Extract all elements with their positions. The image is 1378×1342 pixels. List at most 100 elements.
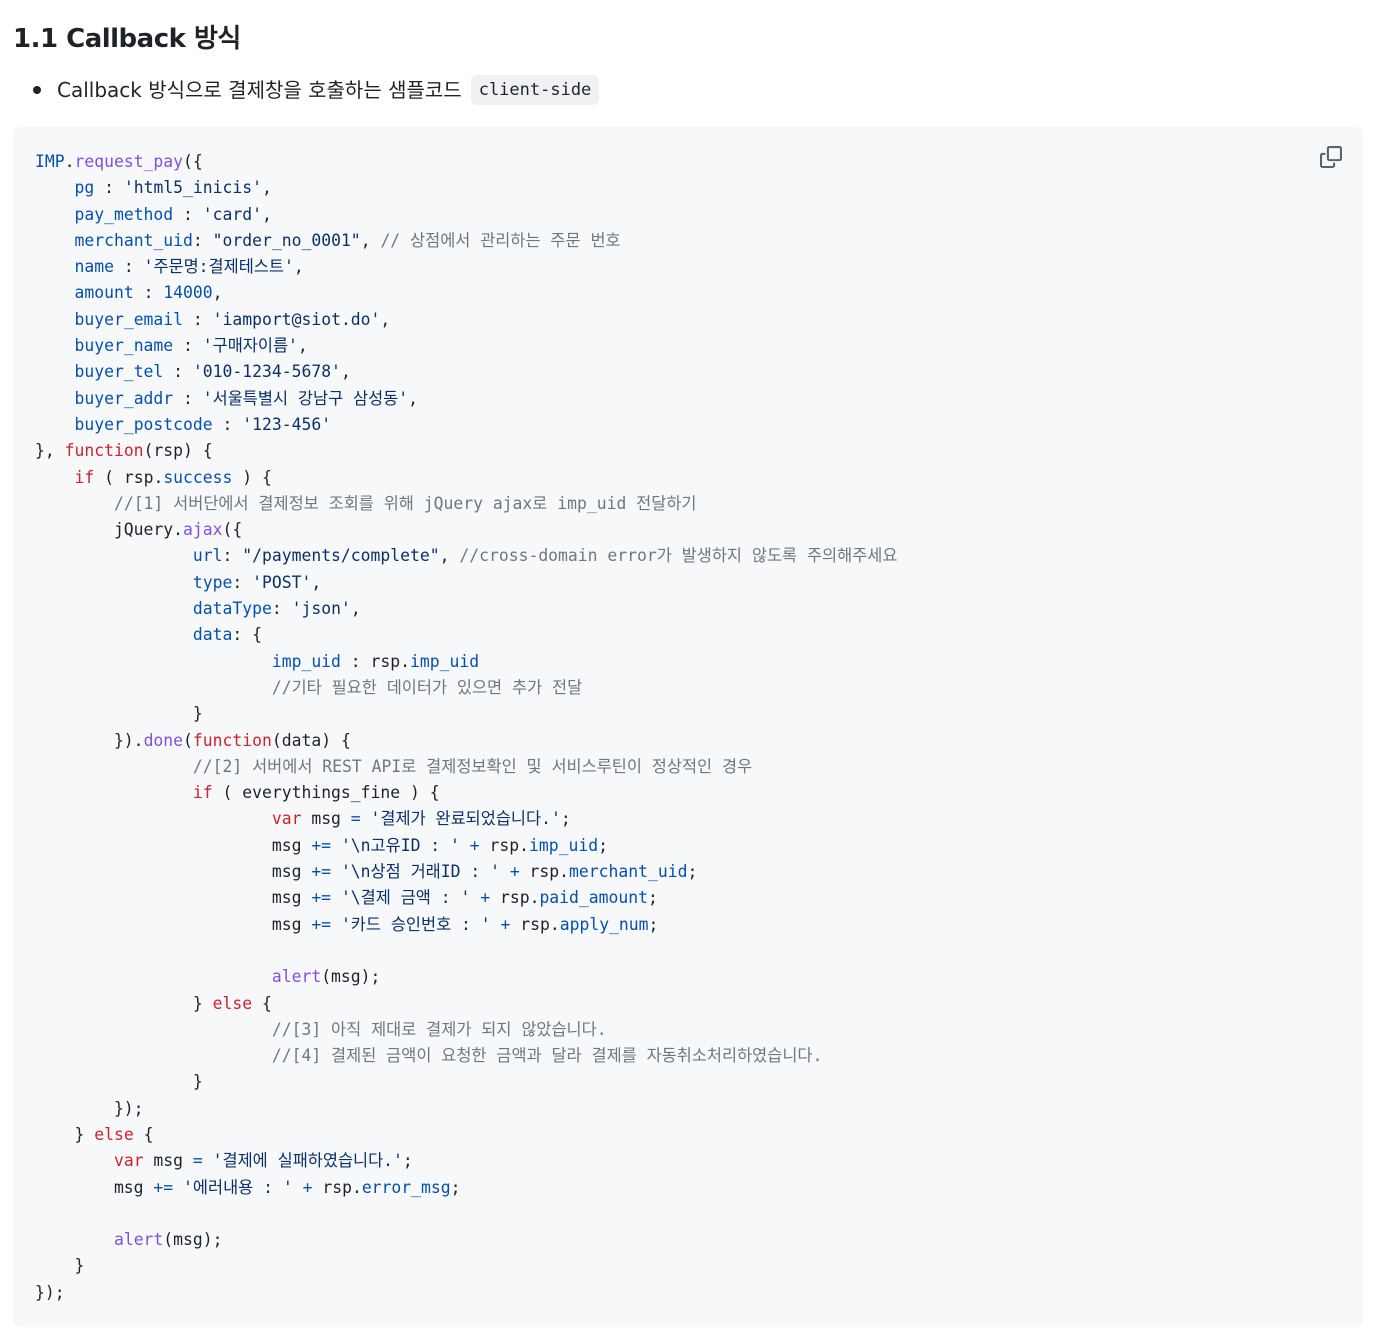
code-token: rsp. <box>479 835 530 855</box>
code-token: ; <box>687 862 698 882</box>
code-line: jQuery.ajax({ <box>35 517 897 543</box>
code-token: { <box>252 993 272 1013</box>
code-line: buyer_tel : '010-1234-5678', <box>35 359 897 385</box>
code-token: alert <box>113 1230 164 1250</box>
code-token: var <box>271 809 302 829</box>
code-token: 'iamport@siot.do' <box>212 309 381 329</box>
code-line: type: 'POST', <box>35 570 897 596</box>
code-line: buyer_addr : '서울특별시 강남구 삼성동', <box>35 386 897 412</box>
bullet-dot-icon <box>33 86 41 94</box>
code-token: }). <box>35 730 144 750</box>
code-token: else <box>94 1124 134 1144</box>
code-line: }, function(rsp) { <box>35 438 897 464</box>
code-token: merchant_uid <box>74 230 193 250</box>
code-token: , <box>380 309 391 329</box>
code-token: (msg); <box>163 1230 223 1250</box>
code-token: //[1] 서버단에서 결제정보 조회를 위해 jQuery ajax로 imp… <box>113 493 697 513</box>
code-token: ( everythings_fine ) { <box>212 783 440 803</box>
code-token: '에러내용 : ' <box>183 1177 293 1197</box>
code-token: , <box>297 336 308 356</box>
code-token: rsp. <box>490 888 540 908</box>
code-token: , <box>360 230 381 250</box>
section-heading: 1.1 Callback 방식 <box>13 24 241 54</box>
code-token: if <box>192 783 213 803</box>
code-line: pg : 'html5_inicis', <box>35 175 897 201</box>
code-token: ) { <box>232 467 272 487</box>
code-token: . <box>64 152 75 171</box>
code-line: pay_method : 'card', <box>35 202 897 228</box>
code-token: , <box>212 283 223 303</box>
code-token: : rsp. <box>340 651 410 671</box>
code-token: '서울특별시 강남구 삼성동' <box>202 388 409 408</box>
code-token: '결제에 실패하였습니다.' <box>212 1151 403 1171</box>
code-token: msg <box>35 1177 154 1197</box>
code-token: : <box>232 572 253 592</box>
code-token: if <box>74 467 95 487</box>
code-token: '\n고유ID : ' <box>340 835 460 855</box>
code-line: }); <box>35 1096 897 1122</box>
code-token: , <box>262 204 272 224</box>
code-line: IMP.request_pay({ <box>35 149 897 175</box>
code-token: 'POST' <box>252 572 312 592</box>
code-line: }); <box>35 1280 897 1306</box>
code-token: '결제가 완료되었습니다.' <box>370 809 561 829</box>
code-token: msg <box>301 809 351 829</box>
bullet-list: Callback 방식으로 결제창을 호출하는 샘플코드 client-side <box>28 74 600 106</box>
code-token: , <box>439 546 460 566</box>
code-token: : <box>113 257 144 277</box>
code-token: //[2] 서버에서 REST API로 결제정보확인 및 서비스루틴이 정상적… <box>192 756 753 776</box>
code-token: , <box>350 599 361 619</box>
code-token: : <box>271 599 292 619</box>
code-token: buyer_postcode <box>74 414 213 434</box>
code-token: buyer_tel <box>74 362 164 382</box>
code-token: alert <box>271 967 322 987</box>
code-line: buyer_postcode : '123-456' <box>35 412 897 438</box>
code-token: } <box>35 993 213 1013</box>
code-line: buyer_name : '구매자이름', <box>35 333 897 359</box>
code-token: rsp. <box>519 862 570 882</box>
code-token: done <box>143 730 184 750</box>
code-token: + <box>480 888 491 908</box>
code-token: var <box>113 1151 144 1171</box>
code-token: jQuery. <box>35 520 184 540</box>
code-token: : <box>173 388 203 408</box>
code-line: dataType: 'json', <box>35 596 897 622</box>
code-token: ; <box>402 1151 413 1171</box>
code-line: //[2] 서버에서 REST API로 결제정보확인 및 서비스루틴이 정상적… <box>35 754 897 780</box>
code-token: msg <box>35 835 312 855</box>
code-token: }); <box>35 1098 144 1118</box>
code-token: 'json' <box>291 599 351 619</box>
code-line: }).done(function(data) { <box>35 728 897 754</box>
code-token: else <box>212 993 253 1013</box>
code-token: += <box>311 888 332 908</box>
code-line: msg += '\결제 금액 : ' + rsp.paid_amount; <box>35 885 897 911</box>
code-token: apply_num <box>559 914 649 934</box>
copy-button[interactable] <box>1316 142 1346 172</box>
code-token: '010-1234-5678' <box>192 362 341 382</box>
code-token: IMP <box>35 152 65 171</box>
code-line: imp_uid : rsp.imp_uid <box>35 649 897 675</box>
code-line: alert(msg); <box>35 1227 897 1253</box>
code-token: }, <box>35 441 65 461</box>
code-token: '카드 승인번호 : ' <box>340 914 491 934</box>
code-line: } else { <box>35 991 897 1017</box>
bullet-text: Callback 방식으로 결제창을 호출하는 샘플코드 <box>57 78 462 102</box>
code-token: += <box>153 1177 174 1197</box>
code-token: ; <box>560 809 571 829</box>
code-token: += <box>311 914 332 934</box>
